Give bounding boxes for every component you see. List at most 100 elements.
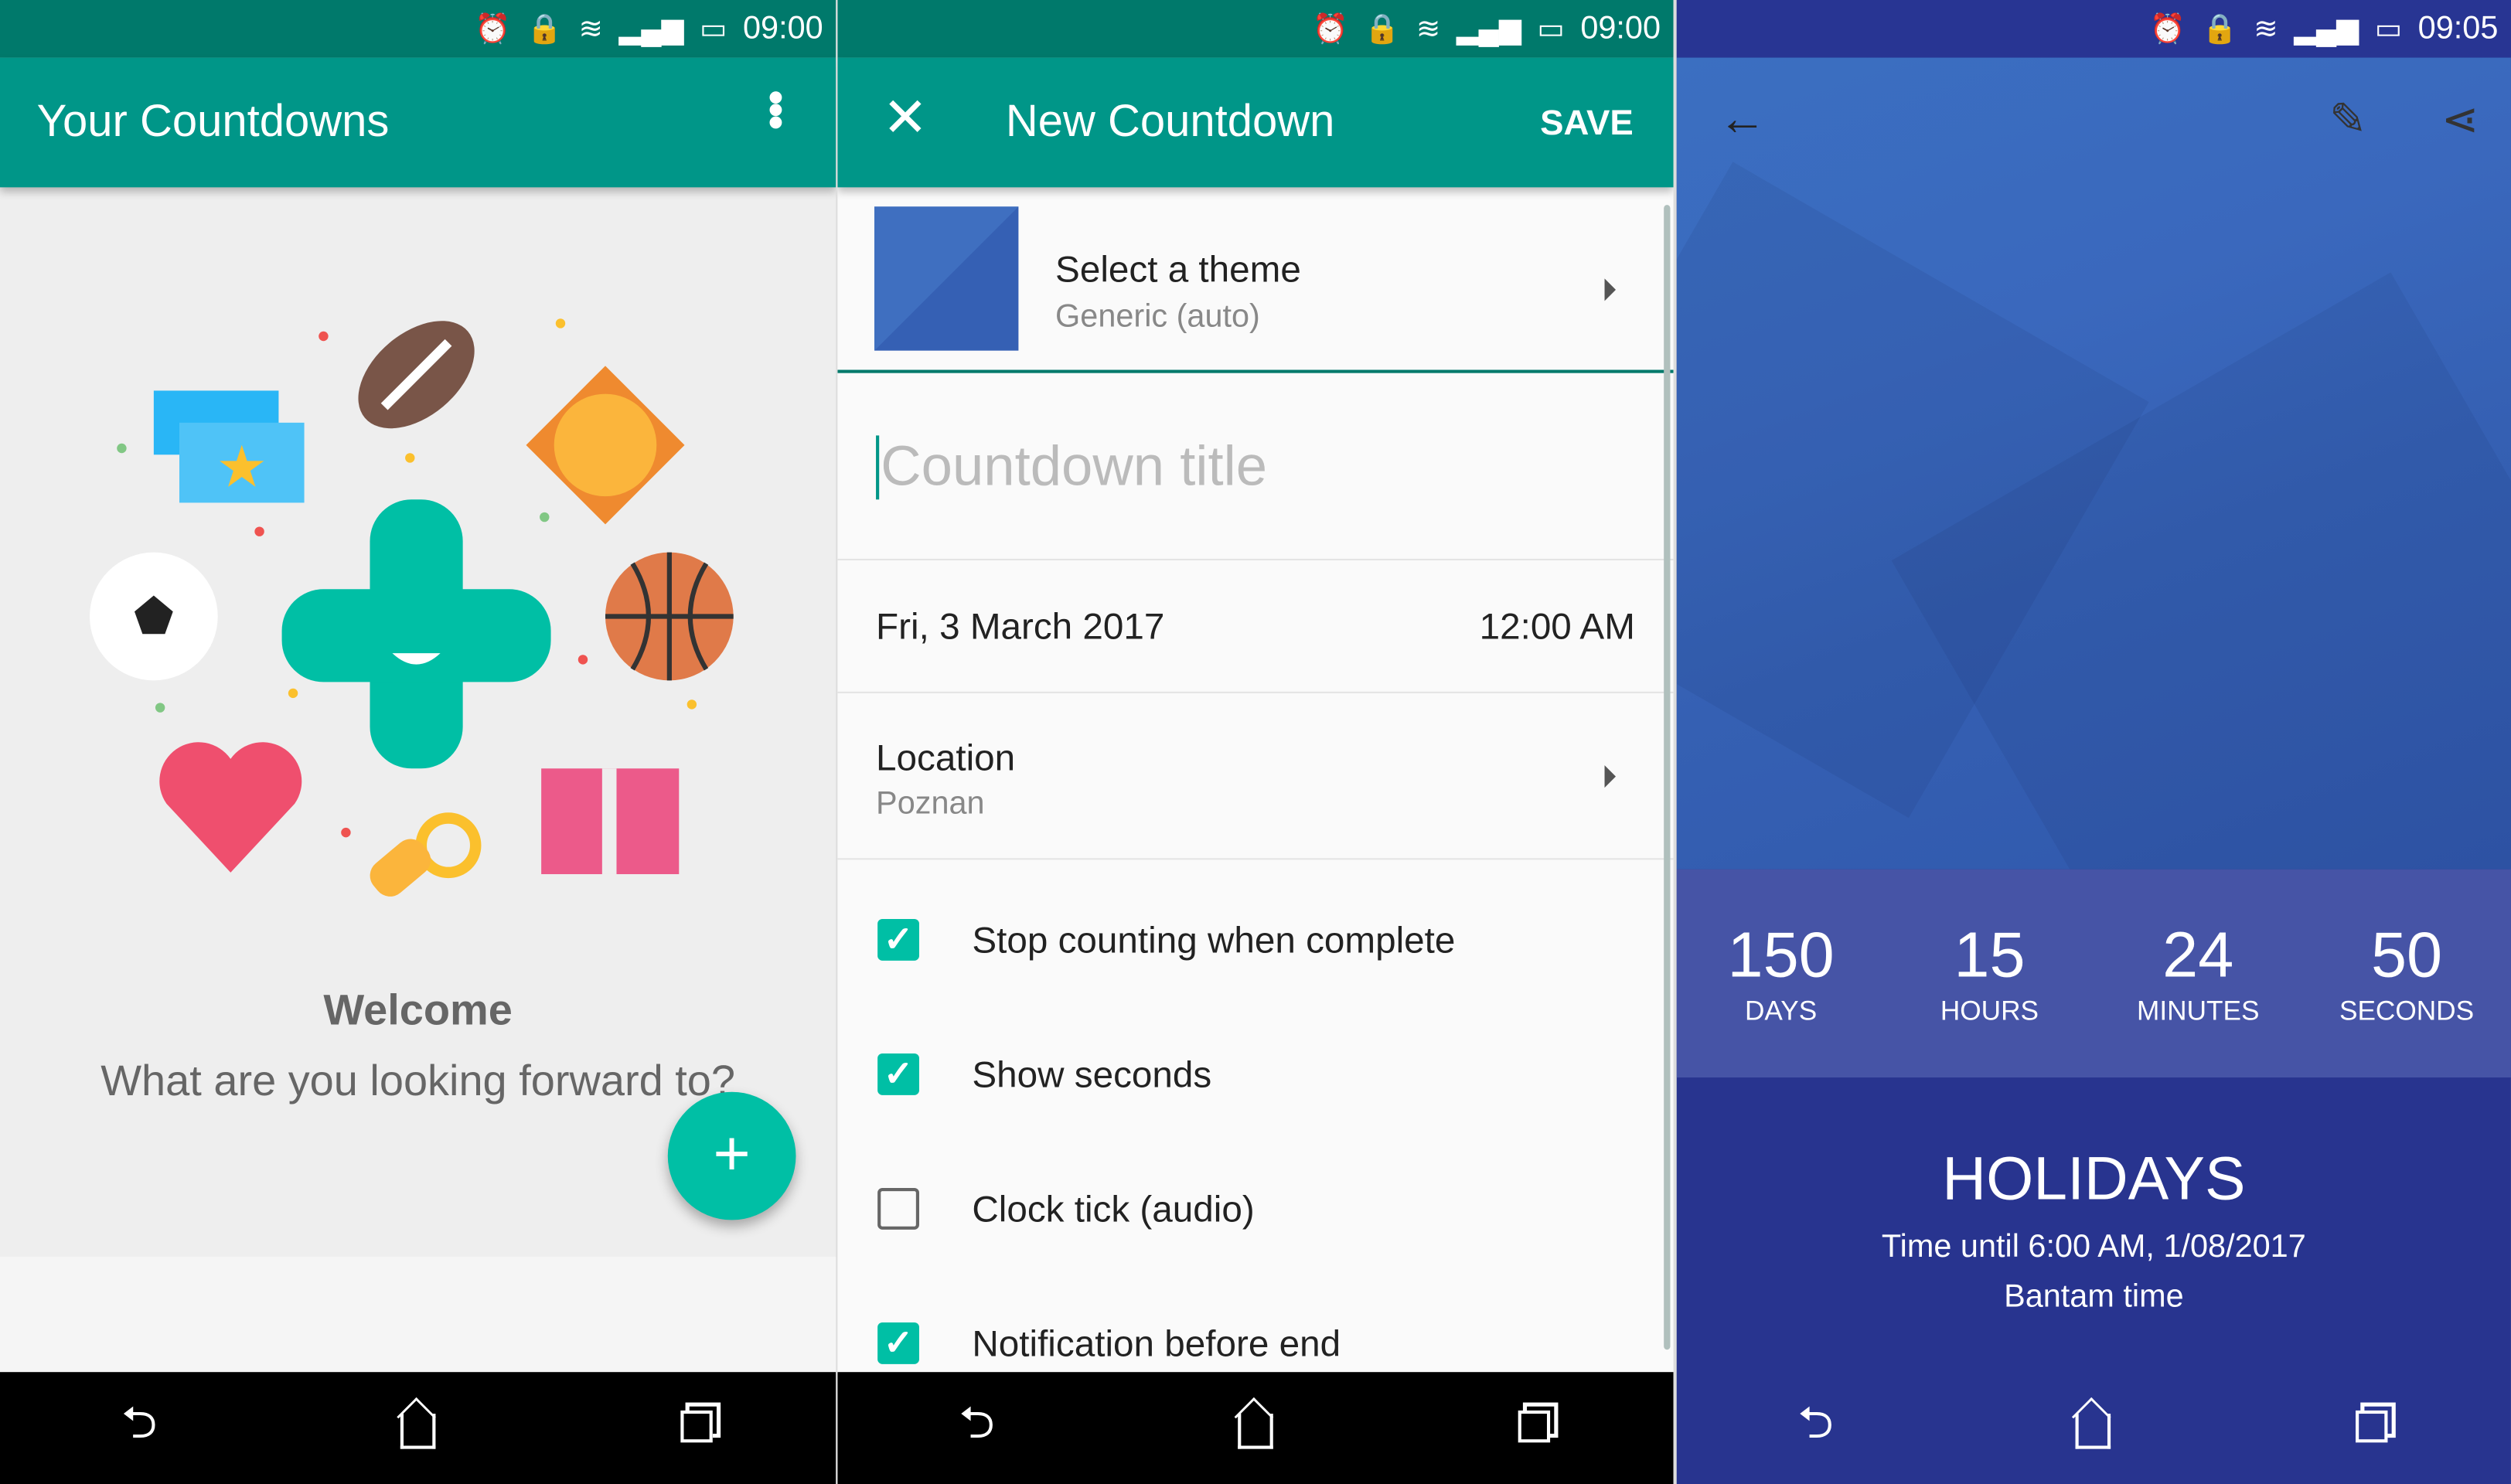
edit-pencil-icon[interactable]: ✎ <box>2329 93 2367 145</box>
countdown-timezone: Bantam time <box>2004 1279 2184 1315</box>
gift-icon <box>541 768 680 874</box>
status-bar: ⏰ 🔒 ≋ ▂▄▆ ▭ 09:00 <box>837 0 1674 58</box>
add-countdown-button[interactable]: + <box>667 1091 796 1220</box>
option-label: Show seconds <box>972 1053 1212 1095</box>
recents-nav-icon[interactable] <box>1502 1403 1566 1454</box>
svg-text:★: ★ <box>216 434 267 499</box>
minutes-label: MINUTES <box>2137 996 2260 1026</box>
new-countdown-screen: ⏰ 🔒 ≋ ▂▄▆ ▭ 09:00 ✕ New Countdown SAVE Selec… <box>837 0 1674 1484</box>
seconds-label: SECONDS <box>2339 996 2475 1026</box>
back-nav-icon[interactable]: ⮌ <box>107 1390 172 1466</box>
battery-icon: ▭ <box>700 12 727 44</box>
chevron-right-icon <box>1604 765 1617 788</box>
hours-value: 15 <box>1954 921 2025 992</box>
seconds-cell: 50 SECONDS <box>2302 870 2511 1077</box>
football-icon <box>358 321 475 429</box>
bottom-area <box>0 1257 836 1373</box>
home-nav-icon[interactable] <box>1224 1403 1288 1454</box>
alarm-icon: ⏰ <box>2149 12 2186 44</box>
countdown-target: Time until 6:00 AM, 1/08/2017 <box>1881 1229 2306 1265</box>
checkbox-checked[interactable]: ✓ <box>877 1053 919 1095</box>
location-label: Location <box>876 736 1016 778</box>
home-nav-icon[interactable] <box>2062 1403 2126 1454</box>
days-label: DAYS <box>1744 996 1818 1026</box>
scrollbar[interactable] <box>1664 205 1671 1350</box>
title-placeholder: Countdown title <box>876 435 1267 500</box>
chevron-right-icon <box>1604 278 1617 301</box>
welcome-illustration: ★ <box>89 318 734 897</box>
wifi-icon: ≋ <box>1416 12 1441 44</box>
checkbox-checked[interactable]: ✓ <box>877 918 919 961</box>
time-field[interactable]: 12:00 AM <box>1480 605 1635 648</box>
battery-icon: ▭ <box>2374 12 2402 44</box>
app-bar: Your Countdowns ••• <box>0 57 836 188</box>
theme-background: ← ✎ ⋖ <box>1676 57 2511 870</box>
days-cell: 150 DAYS <box>1677 870 1886 1077</box>
more-options-icon[interactable]: ••• <box>751 90 800 128</box>
lock-icon: 🔒 <box>1364 12 1401 44</box>
back-nav-icon[interactable]: ⮌ <box>1784 1390 1848 1466</box>
countdown-detail-screen: ⏰ 🔒 ≋ ▂▄▆ ▭ 09:05 ← ✎ ⋖ 150 DAYS 15 HOURS 24 MI… <box>1676 0 2511 1484</box>
recents-nav-icon[interactable] <box>2340 1403 2404 1454</box>
location-row[interactable]: Location Poznan <box>837 693 1674 860</box>
close-icon[interactable]: ✕ <box>882 87 928 151</box>
nav-bar: ⮌ <box>1677 1372 2511 1484</box>
wifi-icon: ≋ <box>2254 12 2278 44</box>
home-nav-icon[interactable] <box>386 1403 450 1454</box>
hours-cell: 15 HOURS <box>1886 870 2094 1077</box>
soccer-ball-icon <box>89 552 218 681</box>
status-bar: ⏰ 🔒 ≋ ▂▄▆ ▭ 09:05 <box>1676 0 2511 58</box>
countdown-title-input[interactable]: Countdown title <box>837 375 1674 560</box>
theme-label: Select a theme <box>1055 248 1301 290</box>
checkbox-checked[interactable]: ✓ <box>877 1322 919 1364</box>
sun-icon <box>526 366 685 525</box>
date-field[interactable]: Fri, 3 March 2017 <box>876 605 1164 648</box>
theme-selector[interactable]: Select a theme Generic (auto) <box>837 187 1674 373</box>
alarm-icon: ⏰ <box>1312 12 1349 44</box>
welcome-heading: Welcome <box>323 985 513 1035</box>
signal-icon: ▂▄▆ <box>2294 12 2359 44</box>
signal-icon: ▂▄▆ <box>618 12 684 44</box>
save-button[interactable]: SAVE <box>1540 103 1634 145</box>
date-time-row: Fri, 3 March 2017 12:00 AM <box>837 560 1674 693</box>
wifi-icon: ≋ <box>578 12 603 44</box>
nav-bar: ⮌ <box>837 1372 1674 1484</box>
minutes-cell: 24 MINUTES <box>2094 870 2302 1077</box>
home-screen: ⏰ 🔒 ≋ ▂▄▆ ▭ 09:00 Your Countdowns ••• ★ Welc… <box>0 0 836 1484</box>
status-time: 09:00 <box>743 10 823 46</box>
countdown-values: 150 DAYS 15 HOURS 24 MINUTES 50 SECONDS <box>1676 869 2511 1078</box>
nav-bar: ⮌ <box>0 1372 836 1484</box>
pacifier-icon <box>370 812 482 897</box>
location-value: Poznan <box>876 786 985 822</box>
back-nav-icon[interactable]: ⮌ <box>945 1390 1009 1466</box>
countdown-name: HOLIDAYS <box>1942 1146 2246 1214</box>
lock-icon: 🔒 <box>2202 12 2238 44</box>
page-title: Your Countdowns <box>36 96 390 146</box>
minutes-value: 24 <box>2162 921 2234 992</box>
status-bar: ⏰ 🔒 ≋ ▂▄▆ ▭ 09:00 <box>0 0 836 58</box>
basketball-icon <box>605 552 734 681</box>
hours-label: HOURS <box>1940 996 2039 1026</box>
theme-thumbnail <box>874 206 1019 351</box>
heart-icon <box>159 742 302 873</box>
share-icon[interactable]: ⋖ <box>2441 93 2479 145</box>
seconds-value: 50 <box>2370 921 2443 992</box>
plus-mascot-icon <box>281 499 551 769</box>
option-label: Clock tick (audio) <box>972 1187 1255 1230</box>
theme-value: Generic (auto) <box>1055 299 1260 335</box>
page-title: New Countdown <box>1005 96 1335 146</box>
signal-icon: ▂▄▆ <box>1456 12 1521 44</box>
status-time: 09:05 <box>2417 10 2499 46</box>
option-label: Notification before end <box>972 1322 1341 1364</box>
back-arrow-icon[interactable]: ← <box>1719 93 1767 147</box>
alarm-icon: ⏰ <box>475 12 511 44</box>
app-bar: ✕ New Countdown SAVE <box>837 57 1674 188</box>
days-value: 150 <box>1727 921 1835 992</box>
battery-icon: ▭ <box>1537 12 1565 44</box>
status-time: 09:00 <box>1580 10 1661 46</box>
ticket-icon: ★ <box>153 390 305 503</box>
lock-icon: 🔒 <box>526 12 563 44</box>
checkbox-unchecked[interactable] <box>877 1187 919 1230</box>
recents-nav-icon[interactable] <box>665 1403 729 1454</box>
option-label: Stop counting when complete <box>972 918 1456 961</box>
